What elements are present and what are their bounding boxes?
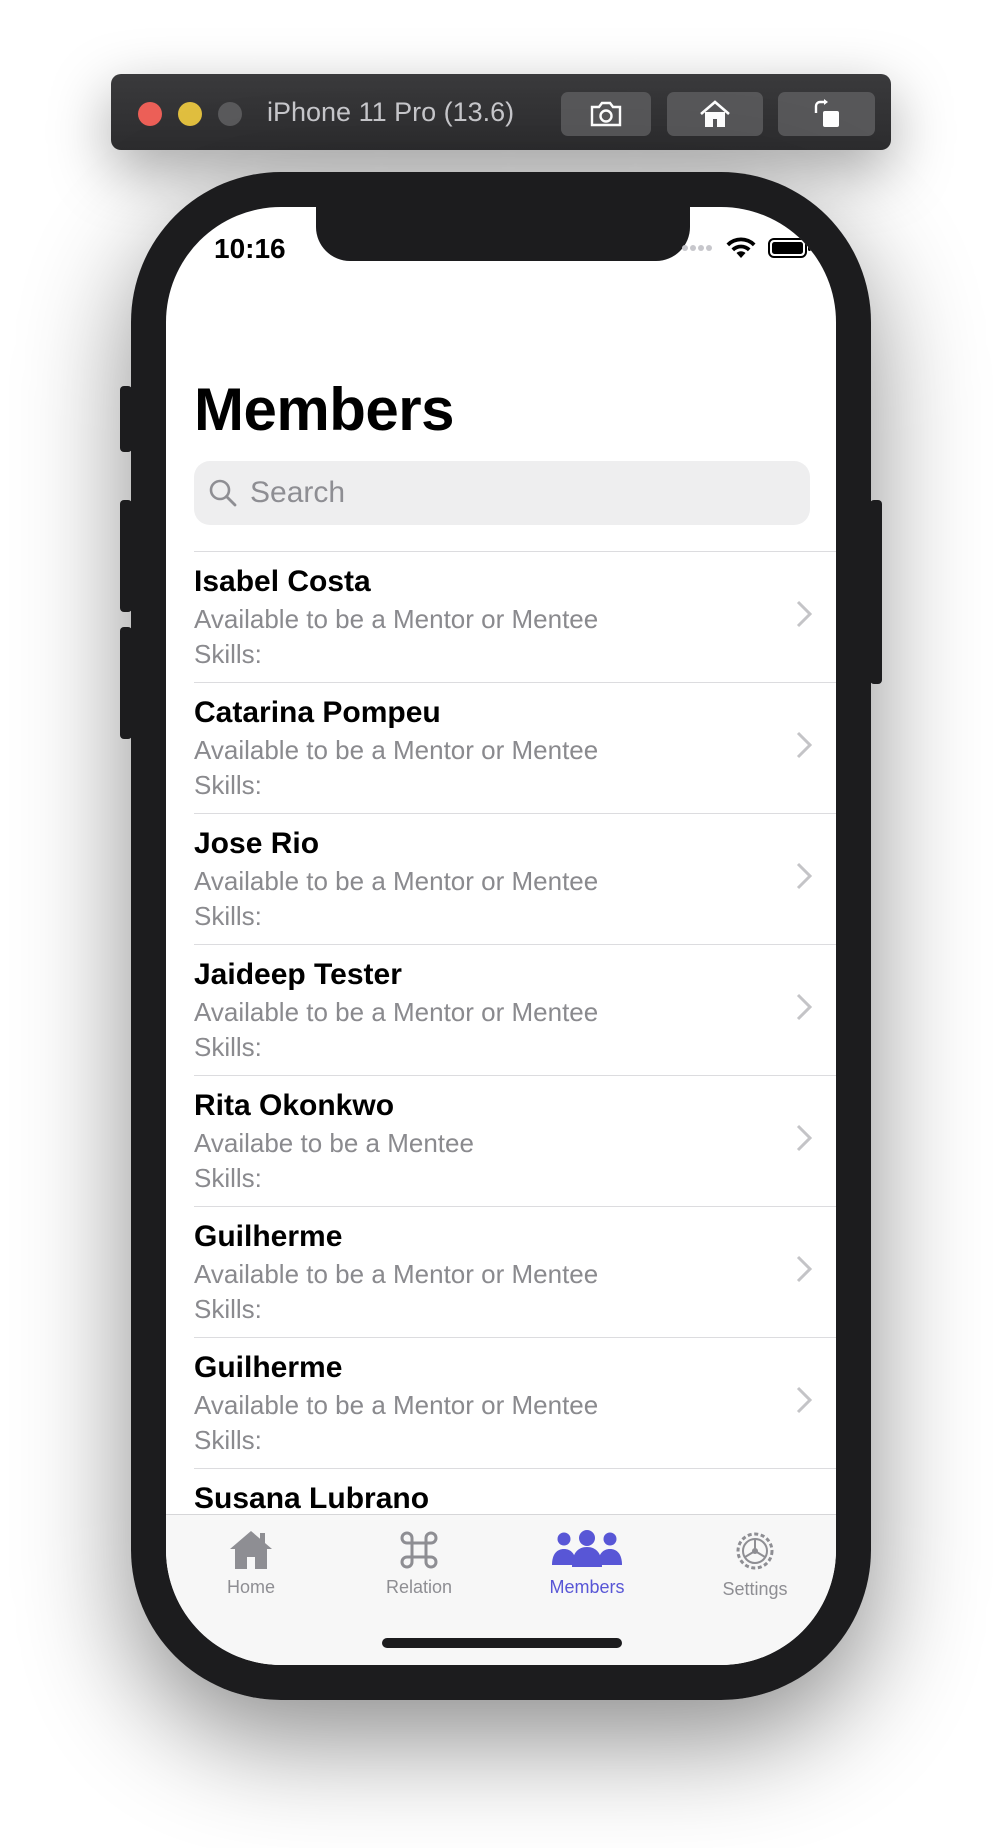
gear-icon bbox=[736, 1532, 774, 1570]
zoom-window-button[interactable] bbox=[218, 102, 242, 126]
tab-members[interactable]: Members bbox=[522, 1529, 652, 1598]
member-name: Guilherme bbox=[194, 1351, 343, 1384]
member-row[interactable]: Catarina Pompeu Available to be a Mentor… bbox=[194, 682, 836, 813]
member-skills: Skills: bbox=[194, 901, 262, 931]
tab-relation[interactable]: Relation bbox=[354, 1529, 484, 1598]
chevron-right-icon bbox=[796, 731, 812, 759]
camera-icon bbox=[590, 101, 622, 127]
phone-frame: 10:16 Members Search Isabel Costa Availa… bbox=[131, 172, 871, 1700]
member-name: Jose Rio bbox=[194, 827, 320, 860]
member-name: Catarina Pompeu bbox=[194, 696, 441, 729]
tab-label: Relation bbox=[385, 1577, 453, 1597]
chevron-right-icon bbox=[796, 1386, 812, 1414]
chevron-right-icon bbox=[796, 1255, 812, 1283]
member-availability: Availabe to be a Mentee bbox=[194, 1128, 474, 1158]
simulator-title: iPhone 11 Pro (13.6) bbox=[267, 97, 515, 127]
status-time: 10:16 bbox=[214, 233, 286, 264]
member-availability: Available to be a Mentor or Mentee bbox=[194, 997, 599, 1027]
member-row[interactable]: Rita Okonkwo Availabe to be a Mentee Ski… bbox=[194, 1075, 836, 1206]
minimize-window-button[interactable] bbox=[178, 102, 202, 126]
phone-screen: 10:16 Members Search Isabel Costa Availa… bbox=[166, 207, 836, 1665]
signal-icon bbox=[682, 245, 712, 251]
search-bar[interactable] bbox=[194, 461, 810, 525]
tab-settings[interactable]: Settings bbox=[690, 1529, 820, 1600]
member-availability: Available to be a Mentor or Mentee bbox=[194, 1259, 599, 1289]
close-window-button[interactable] bbox=[138, 102, 162, 126]
member-availability: Available to be a Mentor or Mentee bbox=[194, 866, 599, 896]
page-title: Members bbox=[194, 376, 454, 443]
member-availability: Available to be a Mentor or Mentee bbox=[194, 1390, 599, 1420]
member-skills: Skills: bbox=[194, 1294, 262, 1324]
member-row[interactable]: Guilherme Available to be a Mentor or Me… bbox=[194, 1337, 836, 1468]
home-icon bbox=[700, 100, 730, 127]
member-name: Jaideep Tester bbox=[194, 958, 402, 991]
wifi-icon bbox=[726, 237, 756, 258]
search-icon bbox=[209, 479, 237, 507]
home-button[interactable] bbox=[667, 92, 763, 136]
tab-label: Settings bbox=[722, 1579, 788, 1599]
member-skills: Skills: bbox=[194, 639, 262, 669]
member-availability: Available to be a Mentor or Mentee bbox=[194, 604, 599, 634]
simulator-toolbar: iPhone 11 Pro (13.6) bbox=[111, 74, 891, 150]
chevron-right-icon bbox=[796, 1124, 812, 1152]
command-icon bbox=[400, 1531, 438, 1569]
member-row[interactable]: Jaideep Tester Available to be a Mentor … bbox=[194, 944, 836, 1075]
power-button bbox=[870, 500, 882, 684]
tab-label: Members bbox=[549, 1577, 625, 1597]
member-row[interactable]: Guilherme Available to be a Mentor or Me… bbox=[194, 1206, 836, 1337]
rotate-button[interactable] bbox=[778, 92, 875, 136]
member-skills: Skills: bbox=[194, 770, 262, 800]
member-name: Rita Okonkwo bbox=[194, 1089, 395, 1122]
notch bbox=[316, 207, 690, 261]
screenshot-button[interactable] bbox=[561, 92, 651, 136]
tab-label: Home bbox=[226, 1577, 275, 1597]
battery-icon bbox=[768, 238, 811, 258]
member-skills: Skills: bbox=[194, 1425, 262, 1455]
chevron-right-icon bbox=[796, 993, 812, 1021]
home-indicator[interactable] bbox=[382, 1638, 622, 1648]
member-availability: Available to be a Mentor or Mentee bbox=[194, 735, 599, 765]
house-icon bbox=[230, 1531, 272, 1569]
people-icon bbox=[552, 1530, 622, 1567]
member-skills: Skills: bbox=[194, 1163, 262, 1193]
rotate-icon bbox=[814, 99, 839, 127]
members-list: Isabel Costa Available to be a Mentor or… bbox=[166, 551, 836, 1599]
member-name: Isabel Costa bbox=[194, 565, 371, 598]
status-icons bbox=[682, 237, 812, 259]
chevron-right-icon bbox=[796, 600, 812, 628]
chevron-right-icon bbox=[796, 862, 812, 890]
search-input[interactable] bbox=[248, 475, 792, 511]
member-row[interactable]: Jose Rio Available to be a Mentor or Men… bbox=[194, 813, 836, 944]
member-skills: Skills: bbox=[194, 1032, 262, 1062]
member-row[interactable]: Isabel Costa Available to be a Mentor or… bbox=[194, 551, 836, 682]
tab-home[interactable]: Home bbox=[186, 1529, 316, 1598]
member-name: Susana Lubrano bbox=[194, 1482, 430, 1515]
member-name: Guilherme bbox=[194, 1220, 343, 1253]
